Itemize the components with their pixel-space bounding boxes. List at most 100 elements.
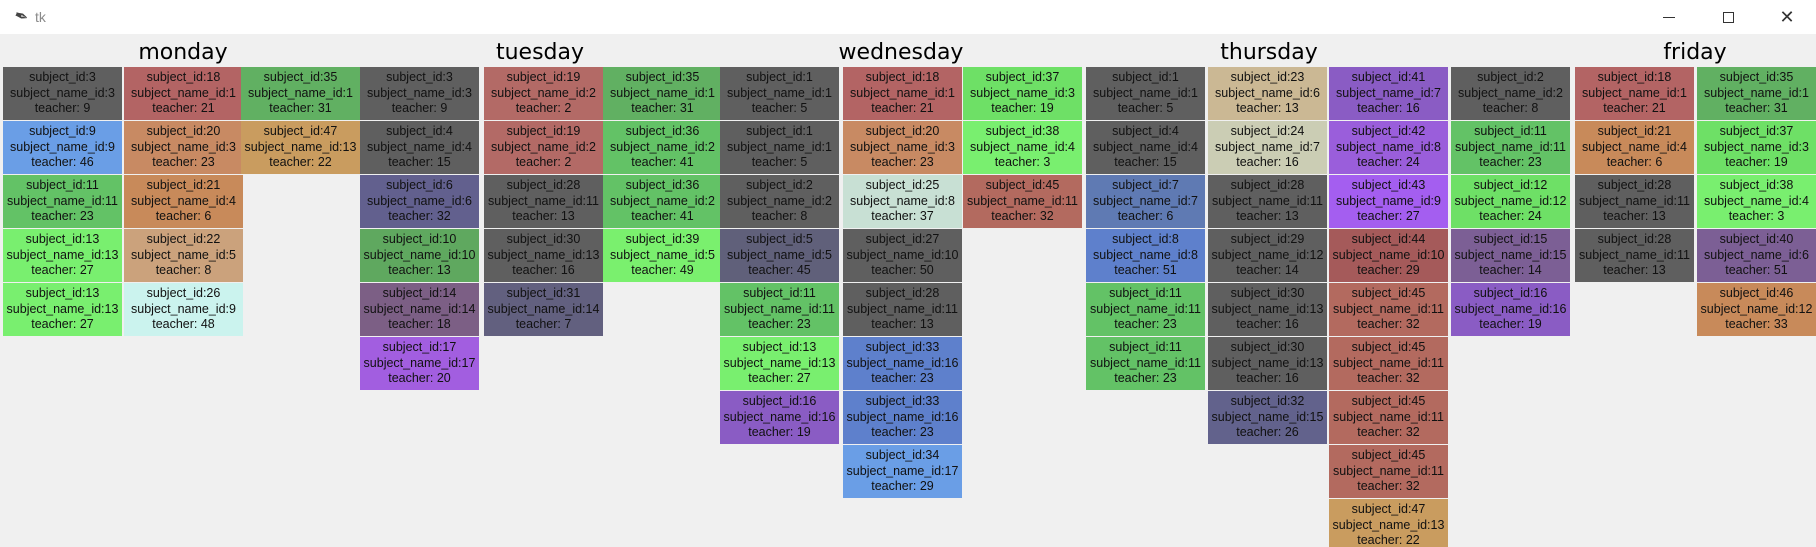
subject-card: subject_id:19 subject_name_id:2 teacher: 2 [484, 121, 603, 174]
subject-id-label: subject_id:30 [1230, 340, 1305, 354]
subject-name-id-label: subject_name_id:11 [1090, 301, 1201, 316]
subject-card: subject_id:47 subject_name_id:13 teacher: … [1329, 499, 1448, 547]
subject-name-id-label: subject_name_id:16 [846, 355, 959, 370]
teacher-label: teacher: 5 [751, 155, 808, 170]
subject-card: subject_id:45 subject_name_id:11 teacher: … [1329, 283, 1448, 336]
teacher-label: teacher: 31 [1725, 101, 1788, 116]
subject-card: subject_id:15 subject_name_id:15 teacher: … [1451, 229, 1570, 282]
subject-card: subject_id:31 subject_name_id:14 teacher: … [484, 283, 603, 336]
close-button[interactable]: ✕ [1764, 0, 1810, 34]
subject-card: subject_id:14 subject_name_id:14 teacher: … [360, 283, 479, 336]
teacher-label: teacher: 31 [269, 101, 332, 116]
subject-name-id-label: subject_name_id:11 [1579, 193, 1690, 208]
teacher-label: teacher: 16 [1236, 155, 1299, 170]
subject-id-label: subject_id:24 [1230, 124, 1305, 138]
teacher-label: teacher: 32 [1357, 371, 1420, 386]
teacher-label: teacher: 51 [1114, 263, 1177, 278]
subject-card: subject_id:40 subject_name_id:6 teacher: 5… [1697, 229, 1816, 282]
subject-id-label: subject_id:11 [1109, 340, 1182, 354]
subject-id-label: subject_id:14 [382, 286, 457, 300]
teacher-label: teacher: 20 [388, 371, 451, 386]
subject-card: subject_id:32 subject_name_id:15 teacher: … [1208, 391, 1327, 444]
subject-id-label: subject_id:31 [506, 286, 581, 300]
teacher-label: teacher: 48 [152, 317, 215, 332]
subject-name-id-label: subject_name_id:3 [131, 139, 236, 154]
subject-id-label: subject_id:34 [865, 448, 940, 462]
teacher-label: teacher: 16 [512, 263, 575, 278]
subject-card: subject_id:42 subject_name_id:8 teacher: 2… [1329, 121, 1448, 174]
subject-card: subject_id:2 subject_name_id:2 teacher: 8 [720, 175, 839, 228]
subject-card: subject_id:36 subject_name_id:2 teacher: 4… [603, 121, 722, 174]
subject-name-id-label: subject_name_id:11 [724, 301, 835, 316]
minimize-button[interactable] [1646, 0, 1692, 34]
subject-card: subject_id:21 subject_name_id:4 teacher: 6 [124, 175, 243, 228]
subject-id-label: subject_id:15 [1473, 232, 1548, 246]
subject-id-label: subject_id:1 [746, 124, 813, 138]
day-column: subject_id:35 subject_name_id:1 teacher: 3… [241, 67, 362, 175]
subject-id-label: subject_id:7 [1112, 178, 1179, 192]
subject-name-id-label: subject_name_id:5 [131, 247, 236, 262]
teacher-label: teacher: 23 [31, 209, 94, 224]
teacher-label: teacher: 27 [1357, 209, 1420, 224]
subject-name-id-label: subject_name_id:5 [727, 247, 832, 262]
subject-card: subject_id:11 subject_name_id:11 teacher: … [1451, 121, 1570, 174]
teacher-label: teacher: 16 [1357, 101, 1420, 116]
subject-name-id-label: subject_name_id:1 [727, 139, 832, 154]
subject-id-label: subject_id:38 [985, 124, 1060, 138]
subject-name-id-label: subject_name_id:12 [1211, 247, 1324, 262]
subject-id-label: subject_id:11 [26, 178, 99, 192]
subject-id-label: subject_id:20 [865, 124, 940, 138]
maximize-button[interactable] [1705, 0, 1751, 34]
teacher-label: teacher: 26 [1236, 425, 1299, 440]
subject-name-id-label: subject_name_id:10 [1332, 247, 1445, 262]
subject-name-id-label: subject_name_id:9 [1336, 193, 1441, 208]
day-title: monday [138, 40, 228, 65]
subject-card: subject_id:45 subject_name_id:11 teacher: … [1329, 391, 1448, 444]
day-column: subject_id:3 subject_name_id:3 teacher: 9s… [3, 67, 124, 337]
subject-id-label: subject_id:2 [746, 178, 813, 192]
teacher-label: teacher: 13 [512, 209, 575, 224]
subject-card: subject_id:28 subject_name_id:11 teacher: … [1575, 229, 1694, 282]
subject-card: subject_id:45 subject_name_id:11 teacher: … [963, 175, 1082, 228]
subject-id-label: subject_id:44 [1351, 232, 1426, 246]
subject-name-id-label: subject_name_id:17 [846, 463, 959, 478]
subject-id-label: subject_id:30 [506, 232, 581, 246]
subject-id-label: subject_id:28 [506, 178, 581, 192]
subject-id-label: subject_id:28 [1230, 178, 1305, 192]
subject-id-label: subject_id:21 [146, 178, 221, 192]
teacher-label: teacher: 22 [1357, 533, 1420, 547]
subject-card: subject_id:18 subject_name_id:1 teacher: 2… [124, 67, 243, 120]
subject-id-label: subject_id:12 [1473, 178, 1548, 192]
subject-card: subject_id:30 subject_name_id:13 teacher: … [484, 229, 603, 282]
subject-id-label: subject_id:1 [746, 70, 813, 84]
subject-name-id-label: subject_name_id:11 [1333, 409, 1444, 424]
subject-name-id-label: subject_name_id:4 [1093, 139, 1198, 154]
subject-id-label: subject_id:35 [625, 70, 700, 84]
teacher-label: teacher: 23 [871, 155, 934, 170]
subject-name-id-label: subject_name_id:16 [846, 409, 959, 424]
subject-card: subject_id:11 subject_name_id:11 teacher: … [1086, 283, 1205, 336]
subject-name-id-label: subject_name_id:15 [1454, 247, 1567, 262]
teacher-label: teacher: 13 [1603, 263, 1666, 278]
subject-name-id-label: subject_name_id:3 [367, 85, 472, 100]
teacher-label: teacher: 14 [1236, 263, 1299, 278]
subject-name-id-label: subject_name_id:12 [1454, 193, 1567, 208]
day-column: subject_id:3 subject_name_id:3 teacher: 9s… [360, 67, 481, 391]
day-column: subject_id:37 subject_name_id:3 teacher: 1… [963, 67, 1084, 229]
subject-name-id-label: subject_name_id:8 [1093, 247, 1198, 262]
teacher-label: teacher: 46 [31, 155, 94, 170]
subject-id-label: subject_id:21 [1597, 124, 1672, 138]
teacher-label: teacher: 5 [1117, 101, 1174, 116]
subject-id-label: subject_id:37 [1719, 124, 1794, 138]
subject-id-label: subject_id:8 [1112, 232, 1179, 246]
subject-name-id-label: subject_name_id:13 [487, 247, 600, 262]
subject-name-id-label: subject_name_id:11 [1333, 463, 1444, 478]
window-titlebar: ✒ tk ✕ [0, 0, 1816, 34]
subject-name-id-label: subject_name_id:13 [6, 301, 119, 316]
subject-id-label: subject_id:28 [1597, 178, 1672, 192]
teacher-label: teacher: 21 [871, 101, 934, 116]
teacher-label: teacher: 9 [391, 101, 448, 116]
subject-name-id-label: subject_name_id:14 [487, 301, 600, 316]
subject-card: subject_id:13 subject_name_id:13 teacher: … [720, 337, 839, 390]
subject-id-label: subject_id:45 [1351, 340, 1426, 354]
